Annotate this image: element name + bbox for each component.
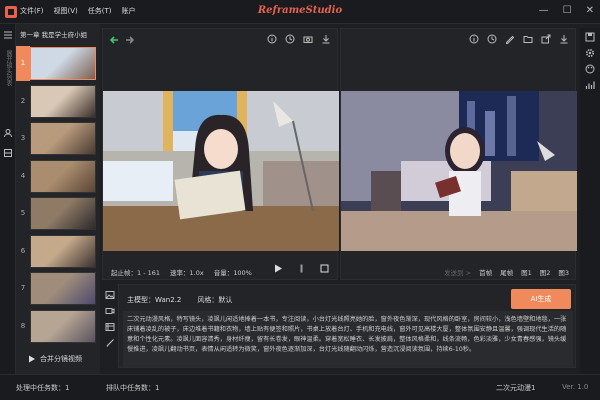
shot-thumbnail xyxy=(30,84,96,118)
left-rail: 展开镜头列表 xyxy=(0,24,16,374)
brush-icon[interactable] xyxy=(105,338,115,348)
export-icon[interactable] xyxy=(541,34,551,44)
layers-icon[interactable] xyxy=(3,148,13,158)
minimize-button[interactable]: — xyxy=(539,5,549,16)
close-button[interactable]: ✕ xyxy=(586,5,594,16)
role-name: 二次元动漫1 xyxy=(496,384,536,392)
prompt-textarea[interactable]: 二次元动漫风格，特写镜头，凌飒儿闲适地捧着一本书，专注阅读，小台灯光线照亮她的脸… xyxy=(123,311,573,367)
source-frame-image xyxy=(103,91,339,251)
shot-number: 6 xyxy=(20,246,26,255)
shot-number: 2 xyxy=(20,96,26,105)
menu-lines-icon[interactable] xyxy=(3,30,13,40)
frames-icon[interactable] xyxy=(105,322,115,332)
playback-controls xyxy=(274,264,329,273)
stop-icon[interactable] xyxy=(320,264,329,273)
play-icon xyxy=(29,355,35,363)
shot-thumbnail xyxy=(30,309,96,343)
result-preview-pane: 发送到 > 首帧 尾帧 图1 图2 图3 xyxy=(340,28,577,280)
send-last-frame[interactable]: 尾帧 xyxy=(500,267,513,277)
send-first-frame[interactable]: 首帧 xyxy=(479,267,492,277)
storyboard-panel: 第一章 我是学士府小姐 1 2 3 4 5 6 7 8 合并分镜视频 xyxy=(16,24,100,374)
send-to-bar: 发送到 > 首帧 尾帧 图1 图2 图3 xyxy=(444,267,569,277)
send-image-3[interactable]: 图3 xyxy=(558,267,569,277)
send-image-1[interactable]: 图1 xyxy=(521,267,532,277)
playback-speed[interactable]: 速率：1.0x xyxy=(170,267,204,277)
window-controls: — ☐ ✕ xyxy=(539,5,594,16)
storyboard-shot[interactable]: 4 xyxy=(16,159,100,194)
play-icon[interactable] xyxy=(274,264,283,273)
model-settings: 主模型：Wan2.2 风格：默认 xyxy=(127,295,232,305)
app-title: ReframeStudio xyxy=(257,5,343,16)
storyboard-shot[interactable]: 1 xyxy=(16,46,100,81)
style-select[interactable]: 风格：默认 xyxy=(197,295,232,305)
shot-number: 5 xyxy=(20,209,26,217)
shot-thumbnail xyxy=(30,122,96,155)
status-bar: 处理中任务数：1 排队中任务数：1 二次元动漫1 Ver. 1.0 xyxy=(0,374,600,400)
expand-shot-list[interactable]: 展开镜头列表 xyxy=(3,50,13,86)
info-icon[interactable] xyxy=(267,34,277,44)
undo-arrow-icon[interactable] xyxy=(109,35,119,45)
step-icon[interactable] xyxy=(297,264,306,273)
redo-arrow-icon[interactable] xyxy=(125,35,135,45)
shot-number: 1 xyxy=(16,46,30,81)
edit-pen-icon[interactable] xyxy=(505,34,515,44)
source-preview-pane: 起止帧：1 - 161 速率：1.0x 音量：100% xyxy=(102,28,339,280)
folder-icon[interactable] xyxy=(523,34,533,44)
queued-count: 排队中任务数：1 xyxy=(106,384,160,392)
storyboard-shot[interactable]: 2 xyxy=(16,84,100,119)
shot-thumbnail xyxy=(30,272,96,305)
download-icon[interactable] xyxy=(559,34,569,44)
result-frame-image xyxy=(341,91,577,251)
history-icon[interactable] xyxy=(285,34,295,44)
storyboard-shot[interactable]: 5 xyxy=(16,196,100,231)
title-bar: 文件(F) 视图(V) 任务(T) 账户 ReframeStudio — ☐ ✕ xyxy=(0,0,600,24)
chapter-title[interactable]: 第一章 我是学士府小姐 xyxy=(20,28,98,42)
ai-generate-button[interactable]: AI生成 xyxy=(511,289,571,309)
prompt-editor: 主模型：Wan2.2 风格：默认 AI生成 二次元动漫风格，特写镜头，凌飒儿闲适… xyxy=(118,284,576,368)
shot-thumbnail xyxy=(30,234,96,268)
gear-icon[interactable] xyxy=(585,48,595,58)
send-to-label: 发送到 > xyxy=(444,269,472,277)
storyboard-shot[interactable]: 8 xyxy=(16,309,100,344)
save-icon[interactable] xyxy=(585,32,595,42)
shot-thumbnail xyxy=(30,197,96,230)
right-rail xyxy=(580,28,600,374)
send-image-2[interactable]: 图2 xyxy=(540,267,551,277)
shot-number: 3 xyxy=(20,134,26,142)
version-label: Ver. 1.0 xyxy=(562,383,589,391)
storyboard-shot[interactable]: 3 xyxy=(16,121,100,156)
volume[interactable]: 音量：100% xyxy=(214,267,252,277)
image-icon[interactable] xyxy=(105,290,115,300)
shot-thumbnail xyxy=(30,159,96,193)
merge-videos-button[interactable]: 合并分镜视频 xyxy=(28,354,82,364)
download-icon[interactable] xyxy=(321,34,331,44)
palette-icon[interactable] xyxy=(585,64,595,74)
storyboard-shot[interactable]: 6 xyxy=(16,234,100,269)
shot-thumbnail xyxy=(30,47,96,80)
processing-count: 处理中任务数：1 xyxy=(16,384,70,392)
playback-info: 起止帧：1 - 161 速率：1.0x 音量：100% xyxy=(111,267,252,277)
video-icon[interactable] xyxy=(105,306,115,316)
info-icon[interactable] xyxy=(469,34,479,44)
shot-number: 4 xyxy=(20,171,26,180)
user-icon[interactable] xyxy=(3,128,13,138)
source-toolbar xyxy=(103,29,337,51)
frame-range: 起止帧：1 - 161 xyxy=(111,269,161,277)
storyboard-shot[interactable]: 7 xyxy=(16,271,100,306)
maximize-button[interactable]: ☐ xyxy=(563,5,572,16)
prompt-tools xyxy=(102,284,118,368)
history-icon[interactable] xyxy=(487,34,497,44)
shot-number: 7 xyxy=(20,284,26,292)
camera-icon[interactable] xyxy=(303,34,313,44)
shot-number: 8 xyxy=(20,321,26,330)
model-select[interactable]: 主模型：Wan2.2 xyxy=(127,295,181,305)
result-toolbar xyxy=(341,29,575,51)
merge-videos-label: 合并分镜视频 xyxy=(40,355,82,363)
chart-icon[interactable] xyxy=(585,80,595,90)
